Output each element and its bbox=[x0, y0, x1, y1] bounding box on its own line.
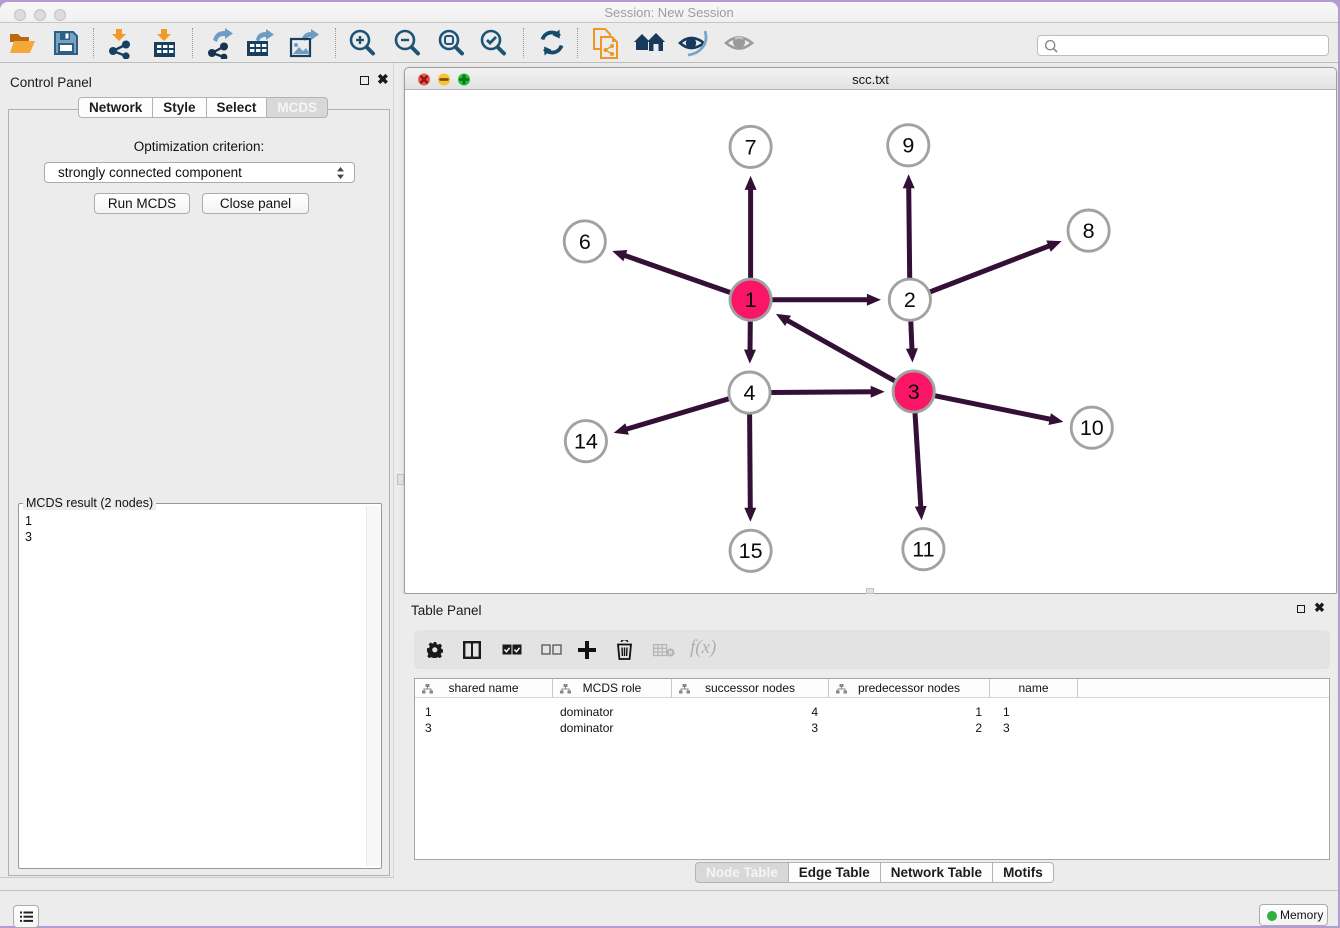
svg-text:8: 8 bbox=[1083, 219, 1095, 243]
svg-text:3: 3 bbox=[908, 380, 920, 404]
svg-text:1: 1 bbox=[745, 288, 757, 312]
svg-text:6: 6 bbox=[579, 230, 591, 254]
svg-text:2: 2 bbox=[904, 288, 916, 312]
svg-text:4: 4 bbox=[744, 381, 756, 405]
svg-text:7: 7 bbox=[745, 135, 757, 159]
svg-text:10: 10 bbox=[1080, 416, 1104, 440]
svg-text:9: 9 bbox=[902, 134, 914, 158]
svg-text:15: 15 bbox=[739, 539, 763, 563]
svg-text:14: 14 bbox=[574, 430, 598, 454]
svg-text:11: 11 bbox=[912, 538, 934, 562]
